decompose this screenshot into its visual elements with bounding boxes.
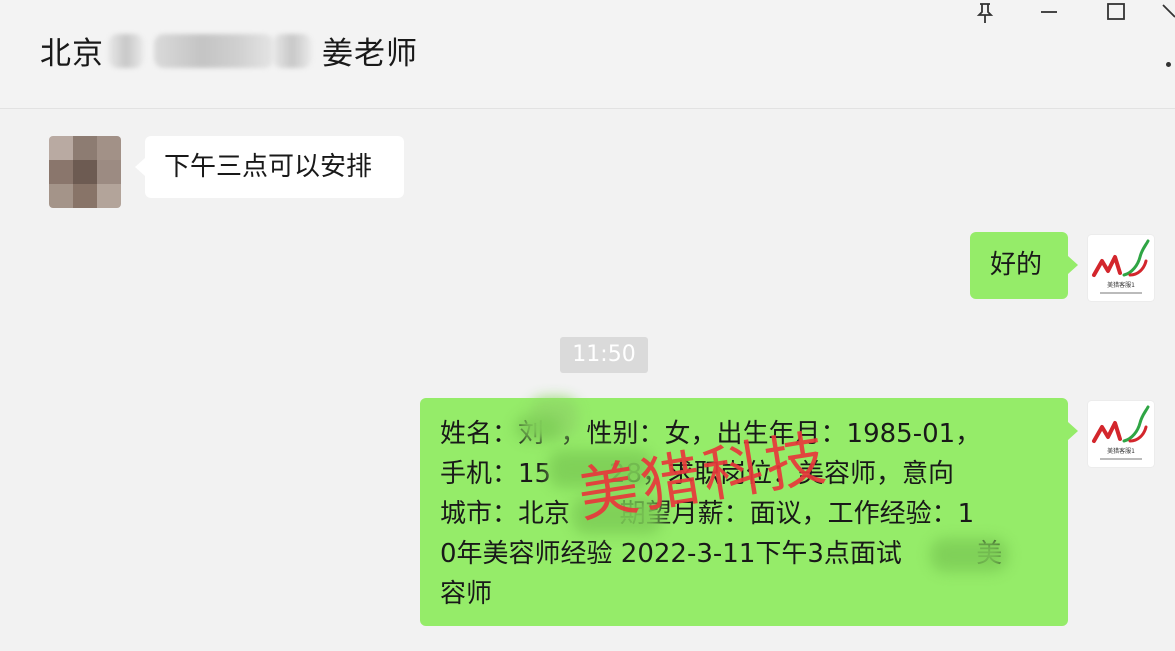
redacted-blur (272, 33, 312, 68)
bubble-tail (1068, 256, 1078, 274)
logo-caption: 美猎客服1 (1107, 447, 1135, 455)
my-avatar[interactable]: 美猎客服1 (1088, 235, 1154, 301)
chat-title: 北京 姜老师 (40, 28, 418, 73)
maximize-button[interactable] (1099, 0, 1133, 28)
chat-title-prefix: 北京 (40, 36, 104, 72)
meilie-logo-icon: 美猎客服1 (1092, 405, 1150, 460)
redacted-blur (515, 416, 561, 440)
chat-title-suffix: 姜老师 (322, 36, 418, 72)
meilie-logo-icon: 美猎客服1 (1092, 239, 1150, 294)
bubble-tail (135, 158, 145, 176)
contact-avatar[interactable] (49, 136, 121, 208)
timestamp: 11:50 (560, 337, 648, 373)
logo-caption: 美猎客服1 (1107, 281, 1135, 289)
redacted-blur (930, 538, 1008, 572)
minimize-button[interactable] (1032, 0, 1066, 28)
more-icon[interactable] (1166, 62, 1171, 67)
message-text: 好的 (990, 250, 1043, 280)
my-avatar[interactable]: 美猎客服1 (1088, 401, 1154, 467)
redacted-blur (154, 33, 274, 68)
pin-icon[interactable] (968, 2, 1002, 30)
message-bubble-outgoing[interactable]: 好的 (970, 232, 1068, 299)
bubble-tail (1068, 422, 1078, 440)
message-bubble-incoming[interactable]: 下午三点可以安排 (145, 136, 404, 198)
close-button[interactable] (1158, 0, 1175, 28)
redacted-blur (108, 33, 144, 68)
message-text: 下午三点可以安排 (164, 152, 373, 182)
chat-header: 北京 姜老师 (0, 0, 1175, 109)
